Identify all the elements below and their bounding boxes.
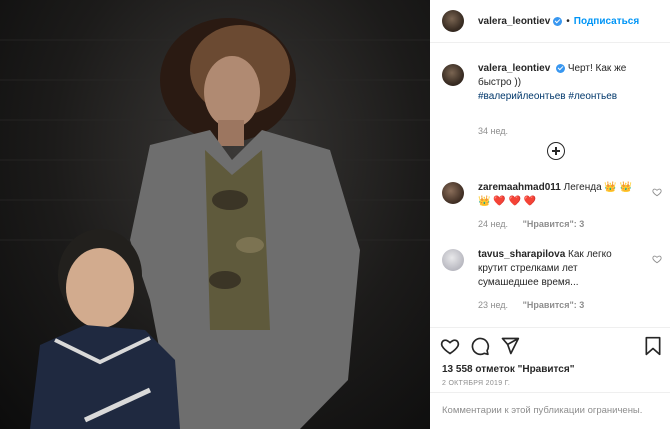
likes-count[interactable]: 13 558 отметок "Нравится" (442, 364, 574, 375)
comment-heart-icon[interactable] (652, 187, 662, 197)
action-icons (440, 336, 662, 356)
post-photo[interactable] (0, 0, 430, 429)
comment-heart-icon[interactable] (652, 254, 662, 264)
caption-time[interactable]: 34 нед. (478, 124, 662, 138)
load-more-comments-plus-circle-icon[interactable] (547, 142, 565, 160)
comment-time[interactable]: 24 нед. (478, 219, 508, 229)
commenter-avatar[interactable] (442, 182, 464, 204)
follow-button[interactable]: Подписаться (574, 16, 639, 27)
bookmark-icon[interactable] (644, 336, 662, 356)
heart-icon[interactable] (440, 336, 460, 356)
post-header: valera_leontiev • Подписаться (430, 0, 670, 43)
comment-likes[interactable]: "Нравится": 3 (523, 219, 585, 229)
comment-time[interactable]: 23 нед. (478, 300, 508, 310)
comment-username[interactable]: zaremaahmad011 (478, 182, 561, 193)
share-icon[interactable] (500, 336, 520, 356)
commenter-avatar[interactable] (442, 249, 464, 271)
comment-likes[interactable]: "Нравится": 3 (523, 300, 585, 310)
author-username[interactable]: valera_leontiev (478, 16, 550, 27)
author-avatar[interactable] (442, 10, 464, 32)
comment-item: tavus_sharapilova Как легко крутит стрел… (442, 248, 670, 312)
caption-avatar[interactable] (442, 64, 464, 86)
comments-disabled-notice: Комментарии к этой публикации ограничены… (430, 392, 670, 429)
verified-badge-icon (553, 16, 563, 26)
caption-hashtags[interactable]: #валерийлеонтьев #леонтьев (478, 90, 662, 104)
post-caption: valera_leontiev Черт! Как же быстро )) #… (442, 62, 662, 138)
header-separator: • (566, 15, 570, 27)
post-date[interactable]: 2 ОКТЯБРЯ 2019 Г. (442, 380, 510, 387)
comment-item: zaremaahmad011 Легенда 👑 👑 👑 ❤️ ❤️ ❤️ 24… (442, 181, 670, 231)
comment-username[interactable]: tavus_sharapilova (478, 249, 565, 260)
post-sidebar: valera_leontiev • Подписаться valera_leo… (430, 0, 670, 429)
verified-badge-icon (556, 63, 566, 73)
photo-illustration (0, 18, 430, 429)
caption-username[interactable]: valera_leontiev (478, 63, 550, 74)
comment-icon[interactable] (470, 336, 490, 356)
